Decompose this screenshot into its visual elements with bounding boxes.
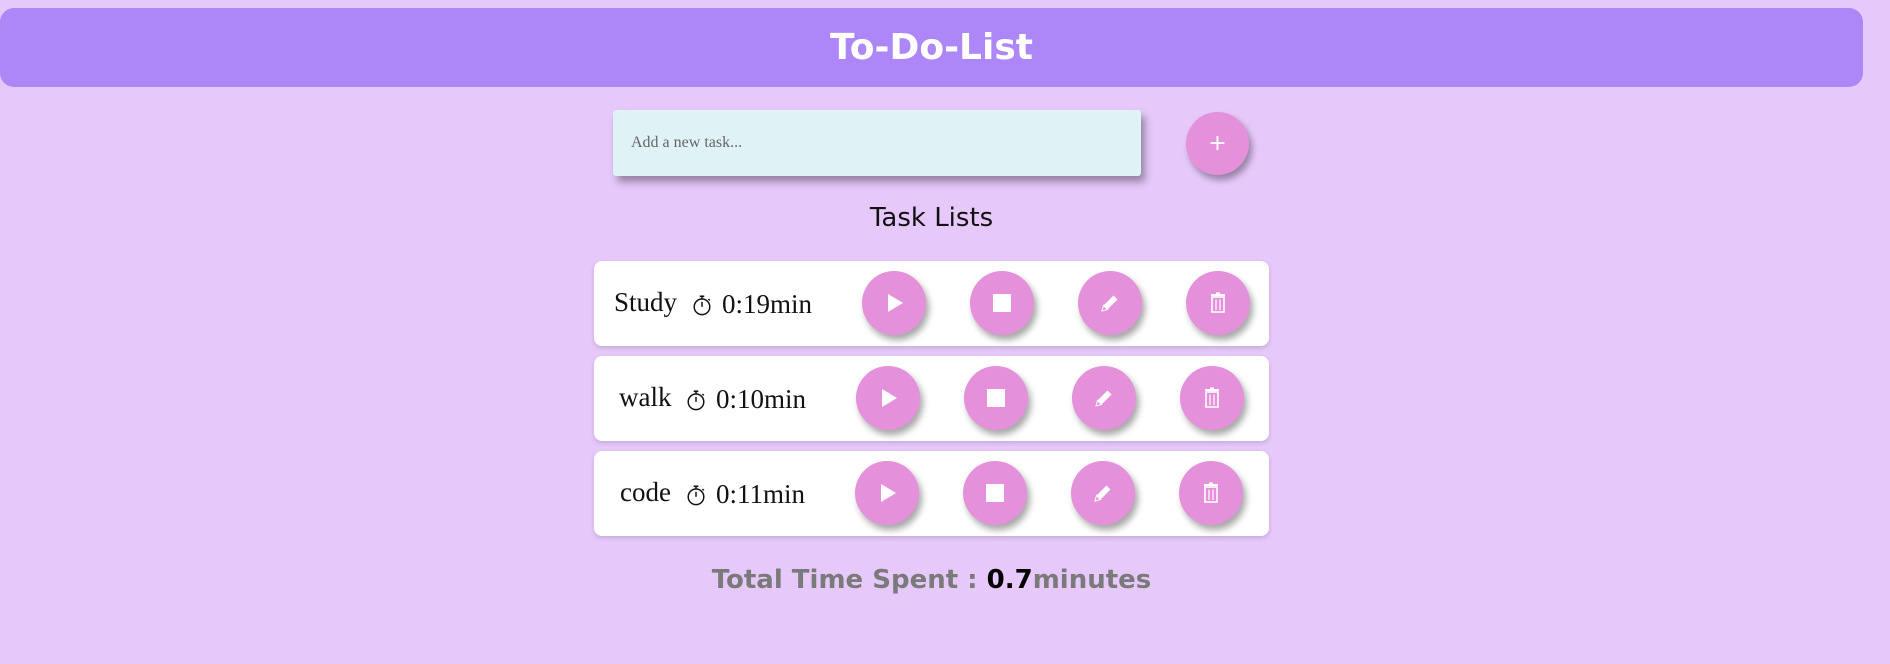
- stop-timer-button[interactable]: [970, 271, 1034, 335]
- pencil-icon: [1094, 485, 1111, 502]
- stopwatch-icon: [693, 295, 711, 316]
- task-time: 0:11min: [716, 479, 806, 509]
- app-header: To-Do-List: [0, 8, 1863, 87]
- edit-task-button[interactable]: [1071, 461, 1135, 525]
- edit-task-button[interactable]: [1078, 271, 1142, 335]
- trash-icon: [1204, 482, 1218, 503]
- start-timer-button[interactable]: [862, 271, 926, 335]
- delete-task-button[interactable]: [1180, 366, 1244, 430]
- new-task-input[interactable]: [613, 110, 1141, 176]
- task-name: Study: [614, 287, 678, 317]
- task-lists-heading: Task Lists: [869, 203, 994, 233]
- task-time: 0:10min: [716, 384, 807, 414]
- play-icon: [888, 294, 903, 312]
- total-time-summary: Total Time Spent : 0.7minutes: [0, 565, 1863, 595]
- task-row: walk 0:10min: [594, 356, 1269, 441]
- total-time-value: 0.7: [986, 565, 1033, 595]
- trash-icon: [1205, 387, 1219, 408]
- play-icon: [881, 484, 896, 502]
- task-name: walk: [619, 382, 672, 412]
- task-time: 0:19min: [722, 289, 813, 319]
- start-timer-button[interactable]: [856, 366, 920, 430]
- play-icon: [882, 389, 897, 407]
- stop-timer-button[interactable]: [963, 461, 1027, 525]
- task-row: code 0:11min: [594, 451, 1269, 536]
- trash-icon: [1211, 292, 1225, 313]
- pencil-icon: [1095, 390, 1112, 407]
- stopwatch-icon: [687, 485, 705, 506]
- task-name: code: [620, 477, 671, 507]
- add-task-button[interactable]: +: [1186, 112, 1249, 175]
- delete-task-button[interactable]: [1186, 271, 1250, 335]
- total-time-unit: minutes: [1032, 565, 1152, 595]
- pencil-icon: [1101, 295, 1118, 312]
- start-timer-button[interactable]: [855, 461, 919, 525]
- stop-icon: [987, 389, 1005, 407]
- stop-timer-button[interactable]: [964, 366, 1028, 430]
- stop-icon: [993, 294, 1011, 312]
- edit-task-button[interactable]: [1072, 366, 1136, 430]
- stop-icon: [986, 484, 1004, 502]
- stopwatch-icon: [687, 390, 705, 411]
- total-time-label: Total Time Spent :: [711, 565, 987, 595]
- delete-task-button[interactable]: [1179, 461, 1243, 525]
- app-title: To-Do-List: [830, 27, 1033, 68]
- task-row: Study 0:19min: [594, 261, 1269, 346]
